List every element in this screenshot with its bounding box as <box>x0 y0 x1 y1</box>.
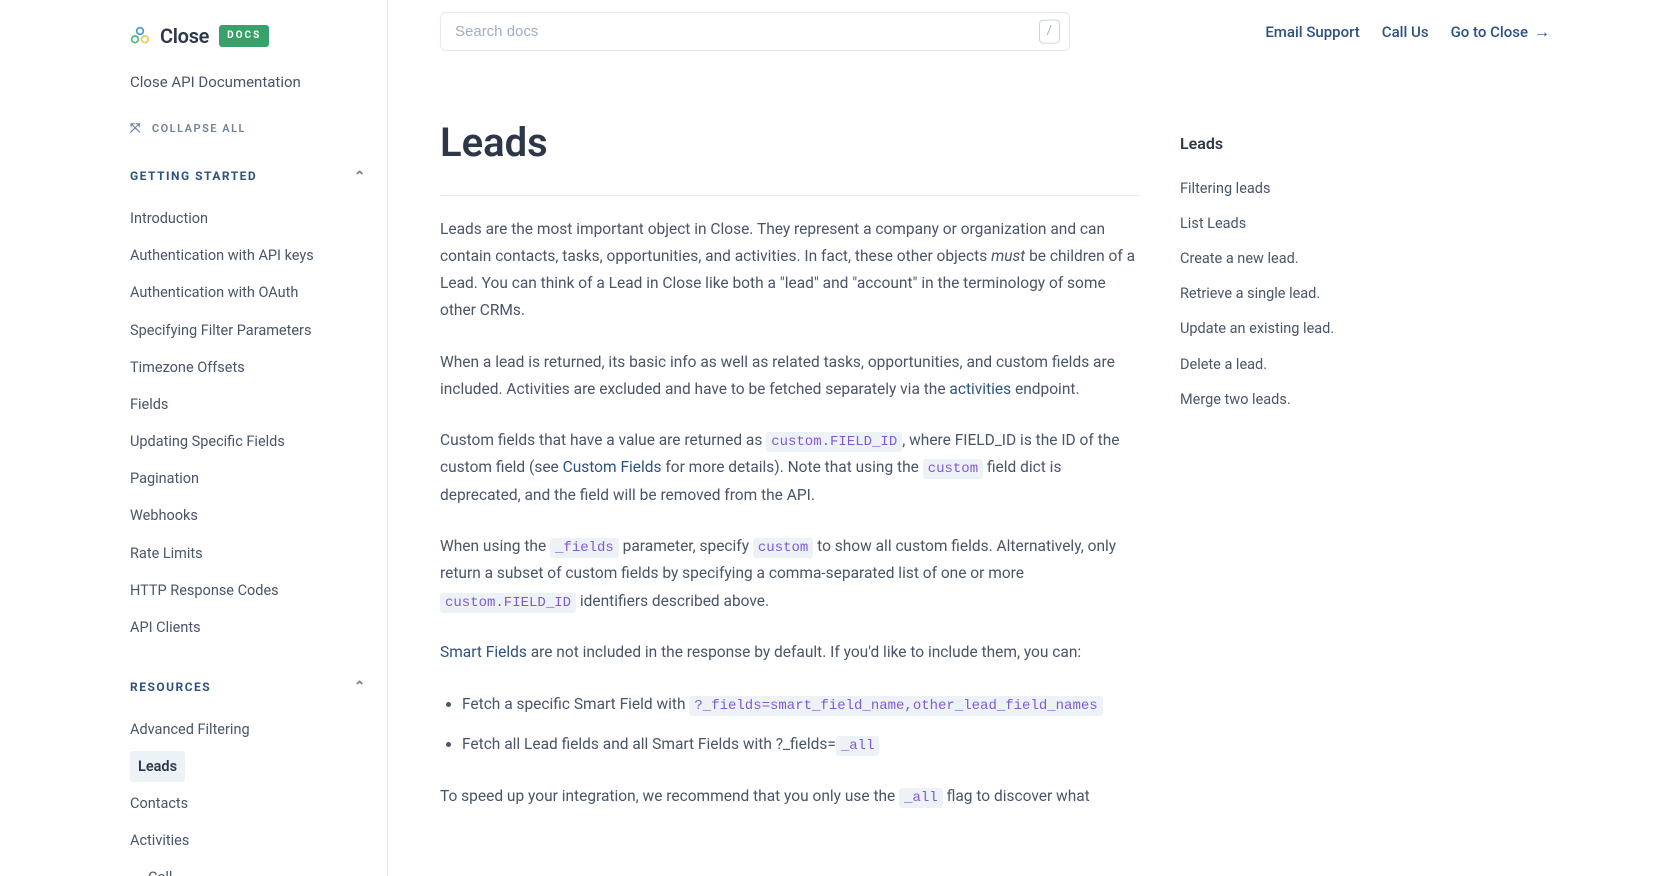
nav-item[interactable]: Timezone Offsets <box>130 349 367 386</box>
docs-badge: DOCS <box>219 25 269 47</box>
chevron-up-icon: ⌃ <box>354 166 367 188</box>
bullet-list: Fetch a specific Smart Field with ?_fiel… <box>462 690 1140 759</box>
slash-key-hint: / <box>1039 19 1060 44</box>
toplinks: Email Support Call Us Go to Close → <box>1265 19 1550 45</box>
nav-item[interactable]: Authentication with API keys <box>130 237 367 274</box>
code-inline: _all <box>899 788 943 808</box>
toc-item[interactable]: Delete a lead. <box>1180 347 1395 382</box>
toc-item[interactable]: Filtering leads <box>1180 171 1395 206</box>
nav-list-resources: Advanced Filtering Leads Contacts Activi… <box>130 711 367 876</box>
call-us-link[interactable]: Call Us <box>1382 20 1429 44</box>
collapse-all-label: COLLAPSE ALL <box>152 120 246 138</box>
code-inline: _all <box>836 736 880 756</box>
code-inline: custom.FIELD_ID <box>766 432 902 452</box>
toc-item[interactable]: Update an existing lead. <box>1180 311 1395 346</box>
nav-item[interactable]: API Clients <box>130 609 367 646</box>
brand-name: Close <box>160 20 209 52</box>
sidebar-subtitle: Close API Documentation <box>130 70 367 94</box>
nav-item[interactable]: Fields <box>130 386 367 423</box>
chevron-up-icon: ⌃ <box>354 676 367 698</box>
nav-item[interactable]: HTTP Response Codes <box>130 572 367 609</box>
nav-item[interactable]: Authentication with OAuth <box>130 274 367 311</box>
paragraph: Smart Fields are not included in the res… <box>440 639 1140 666</box>
nav-list-getting-started: Introduction Authentication with API key… <box>130 200 367 646</box>
section-header-getting-started[interactable]: GETTING STARTED ⌃ <box>130 166 367 188</box>
section-title: GETTING STARTED <box>130 167 257 186</box>
nav-item[interactable]: Contacts <box>130 785 367 822</box>
toc-list: Filtering leads List Leads Create a new … <box>1180 171 1395 417</box>
go-to-close-link[interactable]: Go to Close → <box>1451 19 1550 45</box>
toc-title: Leads <box>1180 131 1395 157</box>
code-inline: custom <box>923 459 983 479</box>
email-support-link[interactable]: Email Support <box>1265 20 1359 44</box>
nav-item[interactable]: Specifying Filter Parameters <box>130 312 367 349</box>
paragraph: When a lead is returned, its basic info … <box>440 349 1140 403</box>
paragraph: When using the _fields parameter, specif… <box>440 533 1140 615</box>
nav-item[interactable]: Introduction <box>130 200 367 237</box>
article: Leads Leads are the most important objec… <box>440 63 1140 836</box>
content-wrap: Leads Leads are the most important objec… <box>388 63 1680 876</box>
nav-item[interactable]: Rate Limits <box>130 535 367 572</box>
search-input[interactable] <box>440 12 1070 51</box>
nav-item-leads[interactable]: Leads <box>130 751 185 782</box>
paragraph: Leads are the most important object in C… <box>440 216 1140 325</box>
main: / Email Support Call Us Go to Close → Le… <box>388 0 1680 876</box>
collapse-all-button[interactable]: ⤧ COLLAPSE ALL <box>130 120 367 138</box>
toc-item[interactable]: List Leads <box>1180 206 1395 241</box>
toc: Leads Filtering leads List Leads Create … <box>1180 63 1395 836</box>
sidebar: Close DOCS Close API Documentation ⤧ COL… <box>0 0 388 876</box>
nav-item[interactable]: Call <box>130 859 367 876</box>
go-to-close-label: Go to Close <box>1451 20 1528 44</box>
page-title: Leads <box>440 111 1140 196</box>
close-logo-icon <box>130 26 150 46</box>
list-item: Fetch all Lead fields and all Smart Fiel… <box>462 730 1140 760</box>
code-inline: _fields <box>550 538 619 558</box>
section-title: RESOURCES <box>130 678 211 697</box>
nav-item[interactable]: Advanced Filtering <box>130 711 367 748</box>
paragraph: To speed up your integration, we recomme… <box>440 783 1140 811</box>
search-wrap: / <box>440 12 1070 51</box>
nav-item[interactable]: Webhooks <box>130 497 367 534</box>
toc-item[interactable]: Retrieve a single lead. <box>1180 276 1395 311</box>
custom-fields-link[interactable]: Custom Fields <box>563 458 662 476</box>
logo-row: Close DOCS <box>130 20 367 52</box>
activities-link[interactable]: activities <box>949 380 1011 398</box>
arrow-right-icon: → <box>1534 19 1550 45</box>
code-inline: custom.FIELD_ID <box>440 593 576 613</box>
section-header-resources[interactable]: RESOURCES ⌃ <box>130 676 367 698</box>
nav-item[interactable]: Updating Specific Fields <box>130 423 367 460</box>
nav-item[interactable]: Pagination <box>130 460 367 497</box>
code-inline: ?_fields=smart_field_name,other_lead_fie… <box>689 696 1102 716</box>
list-item: Fetch a specific Smart Field with ?_fiel… <box>462 690 1140 720</box>
toc-item[interactable]: Merge two leads. <box>1180 382 1395 417</box>
paragraph: Custom fields that have a value are retu… <box>440 427 1140 509</box>
smart-fields-link[interactable]: Smart Fields <box>440 643 527 661</box>
nav-item[interactable]: Activities <box>130 822 367 859</box>
collapse-icon: ⤧ <box>130 122 142 135</box>
toc-item[interactable]: Create a new lead. <box>1180 241 1395 276</box>
topbar: / Email Support Call Us Go to Close → <box>388 0 1680 63</box>
code-inline: custom <box>753 538 813 558</box>
